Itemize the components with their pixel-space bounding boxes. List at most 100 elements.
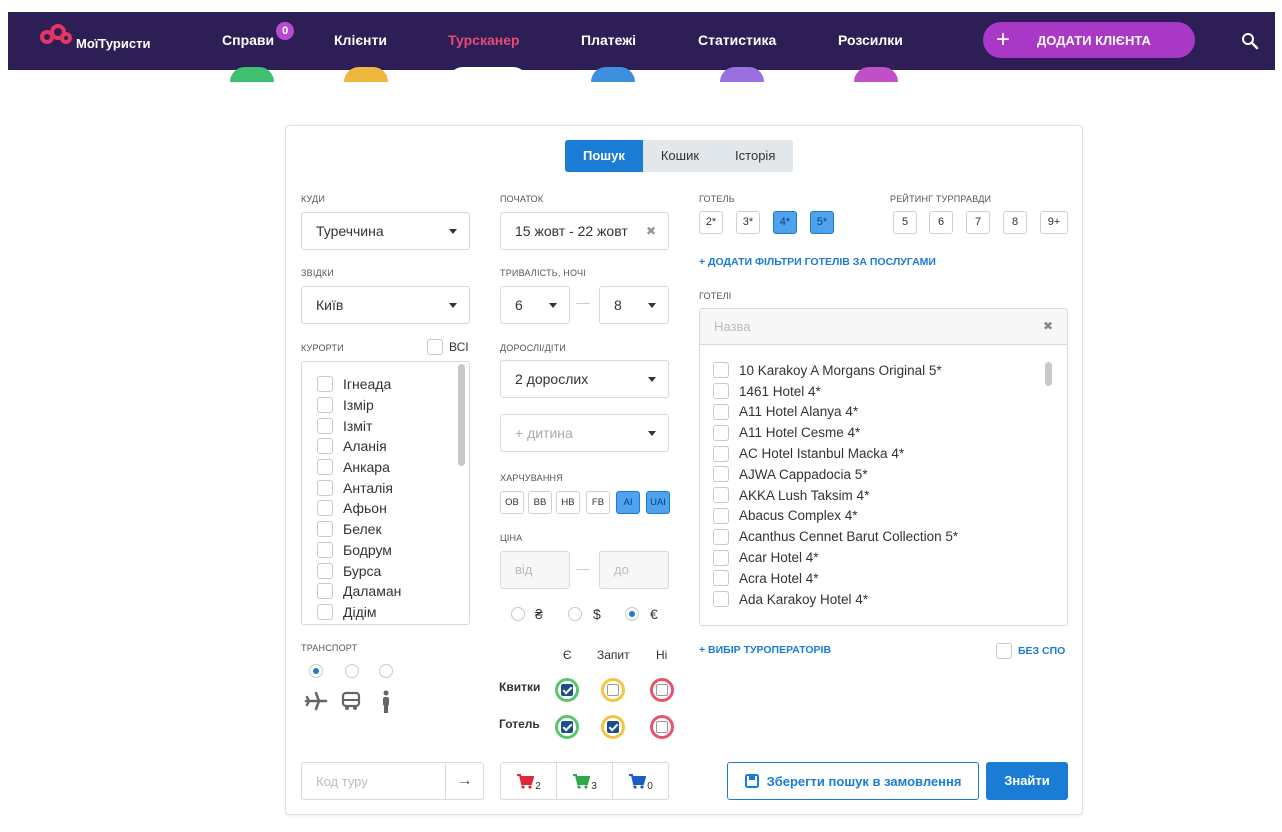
hotel-item[interactable]: Acra Hotel 4* [713, 568, 958, 589]
hotel-checkbox[interactable] [713, 528, 729, 545]
availability-no-toggle[interactable] [650, 715, 674, 739]
meal-option-ob[interactable]: OB [500, 491, 524, 514]
resort-checkbox[interactable] [317, 562, 333, 579]
availability-request-toggle[interactable] [601, 715, 625, 739]
resort-checkbox[interactable] [317, 583, 333, 600]
cart-button[interactable]: 3 [556, 763, 612, 799]
resort-checkbox[interactable] [317, 417, 333, 434]
rating-option[interactable]: 7 [966, 211, 990, 234]
resort-checkbox[interactable] [317, 541, 333, 558]
hotel-checkbox[interactable] [713, 445, 729, 462]
resort-item[interactable]: Даламан [317, 581, 401, 602]
resort-checkbox[interactable] [317, 397, 333, 414]
resort-item[interactable]: Ізміт [317, 415, 401, 436]
price-to-input[interactable]: до [599, 551, 669, 589]
hotel-checkbox[interactable] [713, 383, 729, 400]
resort-item[interactable]: Ізмір [317, 395, 401, 416]
currency-uah-radio[interactable] [511, 607, 525, 621]
hotel-item[interactable]: Ada Karakoy Hotel 4* [713, 589, 958, 610]
tab-history[interactable]: Історія [717, 140, 794, 172]
hotel-stars-3[interactable]: 3* [736, 211, 760, 234]
nav-payments[interactable]: Платежі [581, 32, 636, 48]
destination-select[interactable]: Туреччина [301, 212, 470, 250]
app-logo[interactable]: МоїТуристи [40, 24, 150, 52]
clear-icon[interactable]: ✖ [646, 213, 656, 249]
meal-option-bb[interactable]: BB [528, 491, 552, 514]
hotel-checkbox[interactable] [713, 362, 729, 379]
resorts-scrollbar[interactable] [458, 364, 465, 466]
availability-request-toggle[interactable] [601, 678, 625, 702]
resort-item[interactable]: Дідім [317, 602, 401, 623]
hotel-checkbox[interactable] [713, 466, 729, 483]
resort-item[interactable]: Бодрум [317, 540, 401, 561]
nav-mailings[interactable]: Розсилки [838, 32, 903, 48]
cart-button[interactable]: 0 [612, 763, 668, 799]
rating-option[interactable]: 6 [929, 211, 953, 234]
hotel-item[interactable]: Abacus Complex 4* [713, 506, 958, 527]
meal-option-ai[interactable]: AI [616, 491, 640, 514]
price-from-input[interactable]: від [500, 551, 570, 589]
resort-item[interactable]: Анкара [317, 457, 401, 478]
meal-option-uai[interactable]: UAI [646, 491, 670, 514]
resort-checkbox[interactable] [317, 376, 333, 393]
child-select[interactable]: + дитина [500, 414, 669, 452]
resort-item[interactable]: Ігнеада [317, 374, 401, 395]
meal-option-fb[interactable]: FB [586, 491, 610, 514]
hotel-item[interactable]: A11 Hotel Alanya 4* [713, 402, 958, 423]
availability-yes-toggle[interactable] [555, 715, 579, 739]
add-client-button[interactable]: + ДОДАТИ КЛІЄНТА [983, 22, 1195, 58]
transport-plane-radio[interactable] [309, 664, 323, 678]
all-resorts-checkbox[interactable] [427, 339, 443, 355]
currency-eur-radio[interactable] [625, 607, 639, 621]
hotel-item[interactable]: 10 Karakoy A Morgans Original 5* [713, 360, 958, 381]
clear-icon[interactable]: ✖ [1043, 319, 1053, 333]
availability-no-toggle[interactable] [650, 678, 674, 702]
resort-checkbox[interactable] [317, 521, 333, 538]
hotel-item[interactable]: AJWA Cappadocia 5* [713, 464, 958, 485]
search-icon[interactable] [1241, 32, 1259, 50]
nav-clients[interactable]: Клієнти [334, 32, 387, 48]
hotel-checkbox[interactable] [713, 549, 729, 566]
save-search-button[interactable]: Зберегти пошук в замовлення [727, 762, 979, 800]
nav-tasks[interactable]: Справи 0 [222, 20, 297, 48]
hotel-checkbox[interactable] [713, 403, 729, 420]
all-resorts-toggle[interactable]: ВСІ [427, 339, 469, 355]
arrow-right-icon[interactable]: → [445, 763, 483, 799]
resort-checkbox[interactable] [317, 459, 333, 476]
hotel-checkbox[interactable] [713, 507, 729, 524]
rating-option[interactable]: 8 [1003, 211, 1027, 234]
no-spo-checkbox[interactable] [996, 643, 1012, 659]
currency-usd-radio[interactable] [568, 607, 582, 621]
hotel-item[interactable]: AKKA Lush Taksim 4* [713, 485, 958, 506]
resort-item[interactable]: Афьон [317, 498, 401, 519]
tab-cart[interactable]: Кошик [642, 140, 718, 172]
hotel-search-input[interactable]: Назва ✖ [700, 309, 1067, 345]
origin-select[interactable]: Київ [301, 286, 470, 324]
resort-checkbox[interactable] [317, 500, 333, 517]
duration-from-select[interactable]: 6 [500, 286, 570, 324]
hotels-scrollbar[interactable] [1045, 362, 1052, 386]
resort-item[interactable]: Аланія [317, 436, 401, 457]
hotel-item[interactable]: 1461 Hotel 4* [713, 381, 958, 402]
add-hotel-filters-link[interactable]: + ДОДАТИ ФІЛЬТРИ ГОТЕЛІВ ЗА ПОСЛУГАМИ [699, 256, 936, 268]
nav-tourscanner[interactable]: Турсканер [448, 32, 520, 48]
rating-option[interactable]: 9+ [1040, 211, 1068, 234]
resort-checkbox[interactable] [317, 479, 333, 496]
start-date-field[interactable]: 15 жовт - 22 жовт ✖ [500, 212, 669, 250]
hotel-checkbox[interactable] [713, 424, 729, 441]
resort-checkbox[interactable] [317, 438, 333, 455]
hotel-item[interactable]: A11 Hotel Cesme 4* [713, 422, 958, 443]
availability-yes-toggle[interactable] [555, 678, 579, 702]
hotel-checkbox[interactable] [713, 570, 729, 587]
transport-self-radio[interactable] [379, 664, 393, 678]
hotel-stars-2[interactable]: 2* [699, 211, 723, 234]
no-spo-toggle[interactable]: БЕЗ СПО [996, 643, 1065, 659]
duration-to-select[interactable]: 8 [599, 286, 669, 324]
resort-checkbox[interactable] [317, 603, 333, 620]
rating-option[interactable]: 5 [893, 211, 917, 234]
meal-option-hb[interactable]: HB [556, 491, 580, 514]
hotel-stars-4[interactable]: 4* [773, 211, 797, 234]
hotel-item[interactable]: AC Hotel Istanbul Macka 4* [713, 443, 958, 464]
tab-search[interactable]: Пошук [565, 140, 643, 172]
transport-bus-radio[interactable] [345, 664, 359, 678]
